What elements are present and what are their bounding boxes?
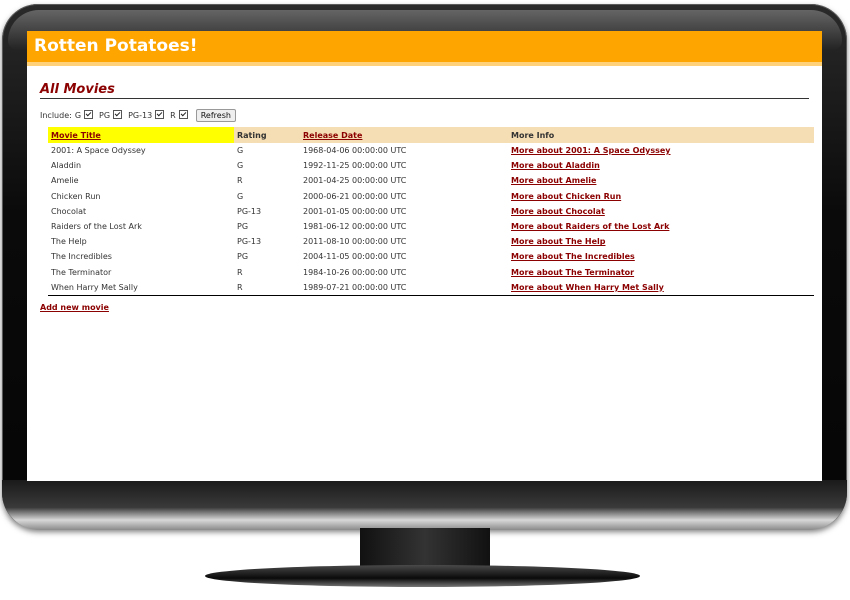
movie-release-date: 1989-07-21 00:00:00 UTC: [300, 279, 508, 296]
column-header-release-date[interactable]: Release Date: [300, 127, 508, 143]
table-row: Aladdin G 1992-11-25 00:00:00 UTC More a…: [48, 158, 814, 173]
movie-title: Raiders of the Lost Ark: [51, 222, 142, 232]
rating-checkbox-r[interactable]: [178, 109, 188, 119]
movie-title: The Terminator: [51, 267, 112, 277]
movie-release-date: 2000-06-21 00:00:00 UTC: [303, 191, 407, 201]
more-info-link[interactable]: More about The Terminator: [511, 268, 634, 277]
column-header-title[interactable]: Movie Title: [48, 127, 234, 143]
movie-rating: PG-13: [237, 237, 262, 247]
more-info-cell: More about The Help: [508, 234, 814, 249]
more-info-link[interactable]: More about Chicken Run: [511, 192, 621, 201]
rating-checkbox-pg[interactable]: [113, 109, 123, 119]
movie-title: When Harry Met Sally: [48, 279, 234, 296]
more-info-link[interactable]: More about Aladdin: [511, 161, 600, 170]
main-content: All Movies Include: G PG PG-13 R Refresh…: [27, 82, 822, 312]
monitor-frame: Rotten Potatoes! All Movies Include: G P…: [0, 0, 850, 600]
movie-rating: R: [237, 176, 243, 186]
ratings-filter-form: Include: G PG PG-13 R Refresh: [40, 108, 809, 122]
screen: Rotten Potatoes! All Movies Include: G P…: [27, 31, 822, 481]
table-row: When Harry Met Sally R 1989-07-21 00:00:…: [48, 279, 814, 296]
movie-title: 2001: A Space Odyssey: [51, 146, 146, 156]
movie-rating: G: [237, 191, 244, 201]
more-info-cell: More about The Incredibles: [508, 249, 814, 264]
more-info-cell: More about Raiders of the Lost Ark: [508, 219, 814, 234]
more-info-link[interactable]: More about 2001: A Space Odyssey: [511, 146, 671, 155]
movie-rating: G: [237, 146, 244, 156]
table-header-row: Movie Title Rating Release Date More Inf…: [48, 127, 814, 143]
rating-checkbox-g[interactable]: [84, 109, 94, 119]
movie-release-date: 1968-04-06 00:00:00 UTC: [303, 146, 407, 156]
movies-table: Movie Title Rating Release Date More Inf…: [48, 127, 814, 296]
movie-release-date: 2011-08-10 00:00:00 UTC: [303, 237, 407, 247]
more-info-link[interactable]: More about Chocolat: [511, 207, 605, 216]
rating-label-pg: PG: [99, 110, 111, 120]
movie-title: Chocolat: [51, 206, 87, 216]
more-info-cell: More about Chocolat: [508, 204, 814, 219]
table-row: Chocolat PG-13 2001-01-05 00:00:00 UTC M…: [48, 204, 814, 219]
rating-checkbox-pg13[interactable]: [155, 109, 165, 119]
table-row: 2001: A Space Odyssey G 1968-04-06 00:00…: [48, 143, 814, 158]
add-new-movie-link[interactable]: Add new movie: [40, 303, 809, 312]
movie-title: The Help: [51, 237, 87, 247]
movie-rating: PG: [237, 252, 249, 262]
table-row: Amelie R 2001-04-25 00:00:00 UTC More ab…: [48, 173, 814, 188]
movie-rating: R: [234, 279, 300, 296]
app-title: Rotten Potatoes!: [34, 36, 198, 56]
movie-title: Chicken Run: [51, 191, 101, 201]
movie-rating: G: [237, 161, 244, 171]
page-title: All Movies: [40, 82, 809, 99]
more-info-cell: More about 2001: A Space Odyssey: [508, 143, 814, 158]
more-info-link[interactable]: More about The Help: [511, 237, 606, 246]
more-info-cell: More about Amelie: [508, 173, 814, 188]
rating-label-r: R: [170, 110, 176, 120]
table-row: Chicken Run G 2000-06-21 00:00:00 UTC Mo…: [48, 189, 814, 204]
movie-rating: PG-13: [237, 206, 262, 216]
movie-release-date: 2001-04-25 00:00:00 UTC: [303, 176, 407, 186]
more-info-cell: More about Chicken Run: [508, 189, 814, 204]
more-info-cell: More about Aladdin: [508, 158, 814, 173]
movie-release-date: 1981-06-12 00:00:00 UTC: [303, 222, 407, 232]
movie-rating: R: [237, 267, 243, 277]
rating-label-g: G: [74, 110, 82, 120]
more-info-link[interactable]: More about When Harry Met Sally: [511, 283, 664, 292]
movie-release-date: 2001-01-05 00:00:00 UTC: [303, 206, 407, 216]
more-info-link[interactable]: More about The Incredibles: [511, 252, 635, 261]
movie-release-date: 1984-10-26 00:00:00 UTC: [303, 267, 407, 277]
monitor-base: [205, 565, 640, 587]
more-info-link[interactable]: More about Amelie: [511, 176, 596, 185]
sort-by-title-link[interactable]: Movie Title: [51, 131, 101, 140]
table-row: The Incredibles PG 2004-11-05 00:00:00 U…: [48, 249, 814, 264]
monitor-chin: [2, 480, 847, 530]
more-info-cell: More about When Harry Met Sally: [508, 279, 814, 296]
column-header-more-info: More Info: [508, 127, 814, 143]
more-info-cell: More about The Terminator: [508, 265, 814, 280]
movie-title: Amelie: [51, 176, 79, 186]
more-info-link[interactable]: More about Raiders of the Lost Ark: [511, 222, 669, 231]
table-row: The Terminator R 1984-10-26 00:00:00 UTC…: [48, 265, 814, 280]
monitor-neck: [360, 528, 490, 570]
refresh-button[interactable]: Refresh: [195, 108, 236, 122]
filter-label: Include:: [40, 110, 72, 120]
table-row: Raiders of the Lost Ark PG 1981-06-12 00…: [48, 219, 814, 234]
rating-label-pg13: PG-13: [128, 110, 153, 120]
movie-title: Aladdin: [51, 161, 82, 171]
movie-release-date: 1992-11-25 00:00:00 UTC: [303, 161, 407, 171]
movie-release-date: 2004-11-05 00:00:00 UTC: [303, 252, 407, 262]
table-row: The Help PG-13 2011-08-10 00:00:00 UTC M…: [48, 234, 814, 249]
app-header: Rotten Potatoes!: [27, 31, 822, 66]
movie-rating: PG: [237, 222, 249, 232]
sort-by-date-link[interactable]: Release Date: [303, 131, 362, 140]
movie-title: The Incredibles: [51, 252, 112, 262]
column-header-rating: Rating: [234, 127, 300, 143]
